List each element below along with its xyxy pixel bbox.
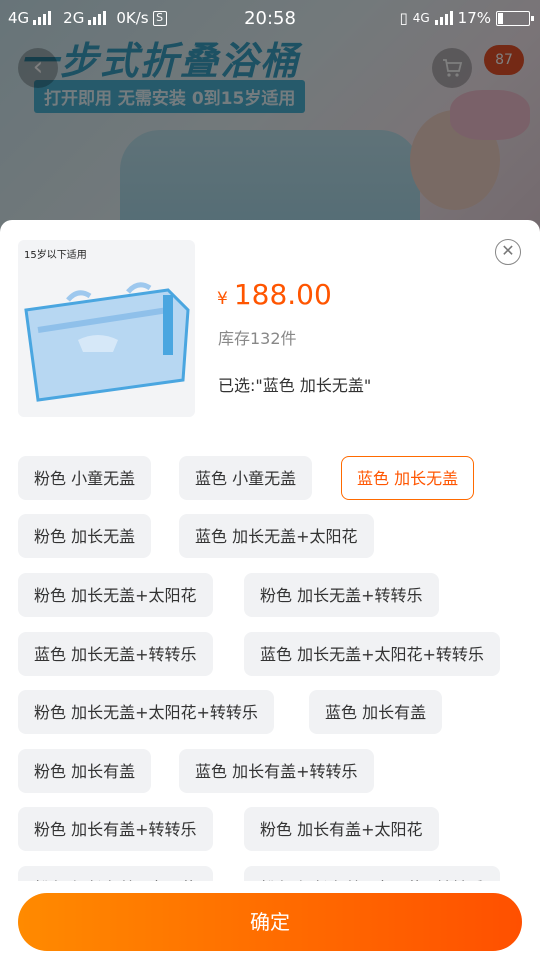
close-icon[interactable]: ✕ [495, 239, 521, 265]
variant-option[interactable]: 蓝色 加长有盖+转转乐 [179, 749, 374, 793]
variant-option[interactable]: 蓝色 加长有盖 [309, 690, 443, 734]
status-bar: 4G 2G 0K/s S 20:58 ▯ 4G 17% [0, 0, 540, 36]
stock-count: 库存132件 [218, 329, 297, 348]
variant-option[interactable]: 蓝色 加长无盖+转转乐 [18, 632, 213, 676]
sku-selector-sheet: 15岁以下适用 ✕ ¥188.00 库存132件 已选:"蓝色 加长无盖" 粉色… [0, 220, 540, 960]
network-4g-label-right: 4G [412, 11, 430, 25]
variant-option[interactable]: 粉色 加长有盖+太阳花+转转乐 [244, 866, 500, 881]
variant-option[interactable]: 粉色 加长有盖+转转乐 [18, 807, 213, 851]
variant-option[interactable]: 蓝色 加长无盖+太阳花+转转乐 [244, 632, 500, 676]
vibrate-icon: ▯ [399, 9, 408, 27]
variant-option[interactable]: 粉色 加长无盖+太阳花+转转乐 [18, 690, 274, 734]
confirm-button[interactable]: 确定 [18, 893, 522, 951]
variant-option[interactable]: 粉色 加长无盖+转转乐 [244, 573, 439, 617]
variant-option[interactable]: 粉色 小童无盖 [18, 456, 152, 500]
variant-option[interactable]: 蓝色 小童无盖 [179, 456, 313, 500]
variant-option[interactable]: 粉色 加长有盖+太阳花 [18, 866, 213, 881]
thumb-caption: 15岁以下适用 [24, 250, 87, 261]
variant-option[interactable]: 粉色 加长无盖+太阳花 [18, 573, 213, 617]
product-thumbnail[interactable]: 15岁以下适用 [18, 240, 195, 417]
price: ¥188.00 [217, 278, 332, 311]
currency-symbol: ¥ [217, 289, 228, 309]
variant-option[interactable]: 粉色 加长有盖+太阳花 [244, 807, 439, 851]
bathtub-image [24, 282, 190, 402]
variant-option[interactable]: 粉色 加长有盖 [18, 749, 152, 793]
variant-option[interactable]: 粉色 加长无盖 [18, 514, 152, 558]
signal-icon [434, 11, 453, 25]
variant-option-selected[interactable]: 蓝色 加长无盖 [341, 456, 475, 500]
selected-variant: 已选:"蓝色 加长无盖" [218, 376, 372, 395]
battery-icon [496, 10, 534, 26]
battery-percent: 17% [457, 9, 491, 27]
variant-option[interactable]: 蓝色 加长无盖+太阳花 [179, 514, 374, 558]
price-value: 188.00 [233, 278, 332, 311]
variant-options: 粉色 小童无盖 蓝色 小童无盖 蓝色 加长无盖 粉色 加长无盖 蓝色 加长无盖+… [18, 456, 528, 881]
